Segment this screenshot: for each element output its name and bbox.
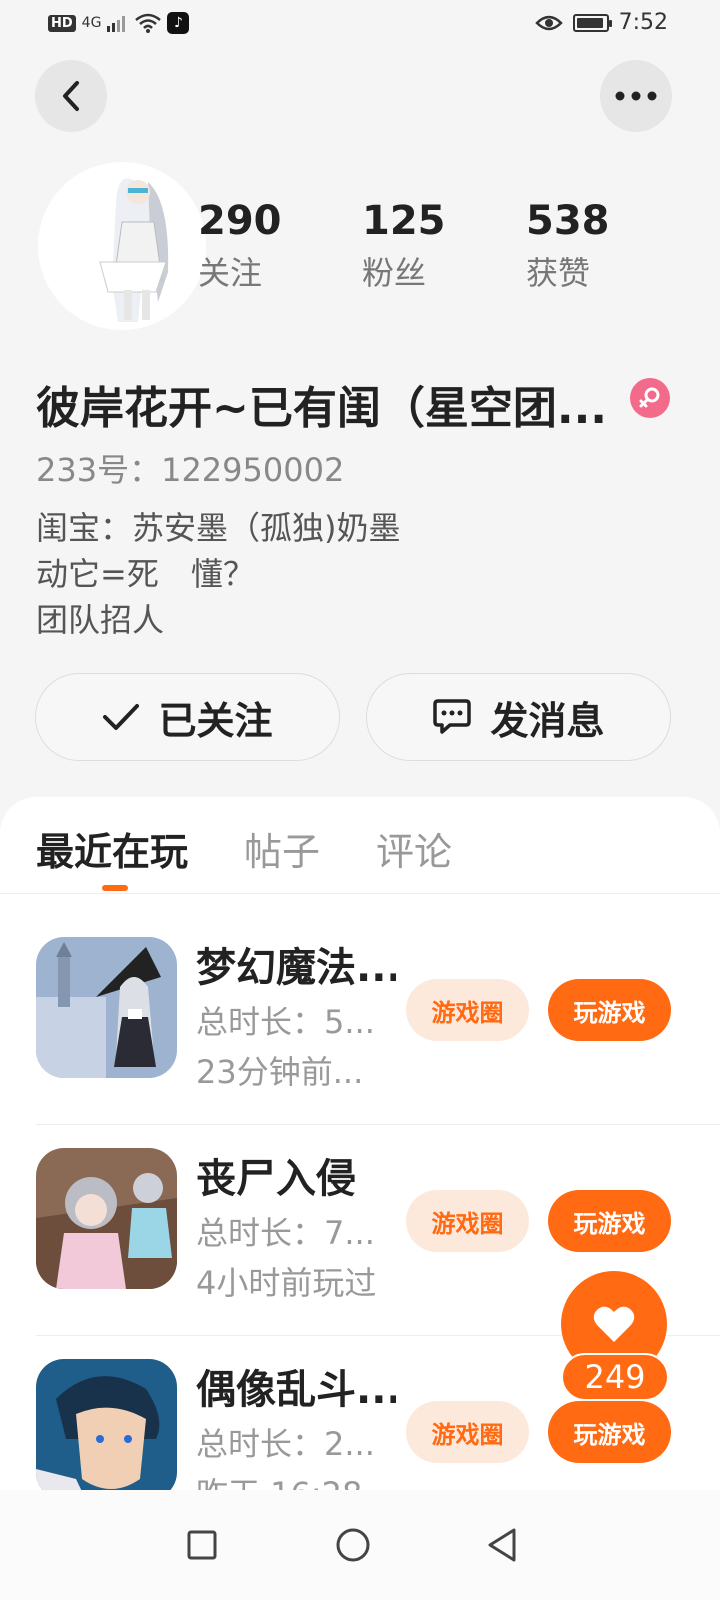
network-type: 4G: [81, 15, 102, 31]
chevron-left-icon: [63, 81, 79, 111]
more-button[interactable]: [600, 60, 672, 132]
send-message-button[interactable]: 发消息: [366, 673, 671, 761]
bio-line: 动它=死 懂？: [36, 555, 255, 593]
avatar-illustration: [38, 162, 206, 330]
likes-label: 获赞: [526, 254, 591, 292]
game-duration: 总时长：5...: [196, 1003, 375, 1041]
back-button[interactable]: [35, 60, 107, 132]
like-count: 249: [561, 1353, 669, 1401]
tabs-divider: [0, 893, 720, 894]
game-name: 梦幻魔法...: [196, 945, 396, 991]
bio-line: 闺宝：苏安墨（孤独)奶墨: [36, 509, 401, 547]
heart-icon: [593, 1306, 635, 1342]
game-name: 丧尸入侵: [196, 1156, 356, 1202]
wifi-icon: [135, 13, 162, 33]
system-nav-bar: [0, 1490, 720, 1600]
chat-bubble-icon: [433, 699, 472, 734]
game-icon[interactable]: [36, 1359, 177, 1500]
tab-recently-played[interactable]: 最近在玩: [36, 821, 188, 876]
tab-indicator: [102, 885, 128, 891]
stat-fans[interactable]: 125 粉丝: [362, 198, 472, 294]
game-circle-button[interactable]: 游戏圈: [406, 1401, 529, 1463]
tiktok-icon: ♪: [167, 12, 190, 34]
game-last-played: 4小时前玩过: [196, 1264, 377, 1302]
circle-icon: [336, 1528, 370, 1562]
female-icon: [630, 378, 670, 418]
square-icon: [187, 1530, 217, 1560]
send-message-label: 发消息: [490, 698, 605, 743]
back-nav-button[interactable]: [467, 1510, 537, 1580]
following-button-label: 已关注: [158, 698, 273, 743]
bio-line: 团队招人: [36, 601, 165, 639]
game-duration: 总时长：7...: [196, 1214, 375, 1252]
play-game-button[interactable]: 玩游戏: [548, 1401, 671, 1463]
bio: 闺宝：苏安墨（孤独)奶墨 动它=死 懂？ 团队招人: [36, 505, 401, 643]
avatar[interactable]: [38, 162, 206, 330]
hd-badge: HD: [48, 14, 76, 32]
tab-posts[interactable]: 帖子: [244, 821, 320, 876]
status-time: 7:52: [618, 10, 668, 35]
content-card: 最近在玩 帖子 评论 梦幻魔法... 总时长：5... 23分钟前... 游戏圈…: [0, 797, 720, 1600]
play-game-button[interactable]: 玩游戏: [548, 979, 671, 1041]
game-name: 偶像乱斗...: [196, 1367, 396, 1413]
likes-count: 538: [526, 198, 610, 244]
play-game-button[interactable]: 玩游戏: [548, 1190, 671, 1252]
tab-comments[interactable]: 评论: [376, 821, 452, 876]
following-button[interactable]: 已关注: [35, 673, 340, 761]
fans-label: 粉丝: [362, 254, 427, 292]
check-icon: [103, 704, 140, 730]
game-circle-button[interactable]: 游戏圈: [406, 1190, 529, 1252]
eye-icon: [534, 15, 563, 30]
status-bar: HD 4G ♪ 7:52: [0, 0, 720, 48]
triangle-back-icon: [488, 1528, 516, 1562]
home-button[interactable]: [318, 1510, 388, 1580]
fans-count: 125: [362, 198, 446, 244]
game-last-played: 23分钟前...: [196, 1053, 364, 1091]
game-icon[interactable]: [36, 937, 177, 1078]
recent-apps-button[interactable]: [167, 1510, 237, 1580]
more-dots-icon: [615, 91, 657, 101]
battery-icon: [572, 13, 612, 32]
signal-icon: [107, 16, 126, 32]
following-count: 290: [198, 198, 282, 244]
game-row[interactable]: 梦幻魔法... 总时长：5... 23分钟前... 游戏圈 玩游戏: [0, 913, 720, 1125]
game-circle-button[interactable]: 游戏圈: [406, 979, 529, 1041]
user-id: 233号：122950002: [36, 451, 345, 489]
following-label: 关注: [198, 254, 263, 292]
stat-likes[interactable]: 538 获赞: [526, 198, 636, 294]
stat-following[interactable]: 290 关注: [198, 198, 308, 294]
game-duration: 总时长：2...: [196, 1425, 375, 1463]
game-icon[interactable]: [36, 1148, 177, 1289]
nickname: 彼岸花开~已有闺（星空团...: [36, 383, 608, 434]
tab-bar: 最近在玩 帖子 评论: [36, 821, 452, 876]
